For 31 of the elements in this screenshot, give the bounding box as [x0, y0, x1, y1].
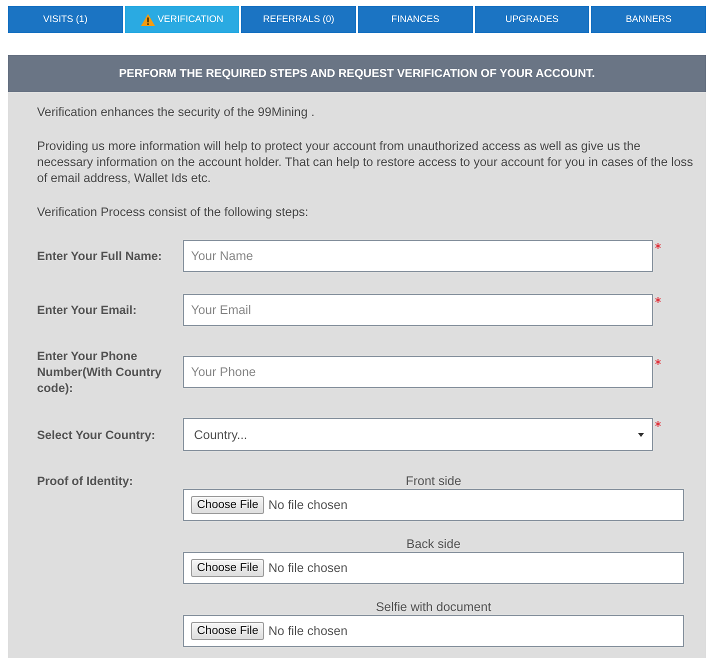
field-label: Proof of Identity: — [37, 473, 134, 489]
input-field[interactable]: Your Phone — [183, 356, 653, 388]
upload-caption: Front side — [406, 473, 462, 489]
caret-icon — [638, 432, 644, 436]
input-field[interactable]: Your Name — [183, 240, 653, 272]
tab[interactable]: VISITS (1) — [8, 6, 123, 33]
upload-caption: Selfie with document — [376, 599, 492, 615]
file-upload-field[interactable]: Choose File No file chosen — [183, 615, 684, 647]
choose-file-button[interactable]: Choose File — [191, 559, 264, 577]
country-select[interactable]: Country... — [183, 418, 653, 451]
field-label: Enter Your Phone Number(With Country code): — [37, 348, 163, 396]
input-field[interactable]: Your Email — [183, 294, 653, 326]
upload-caption: Back side — [406, 536, 461, 552]
field-label: Enter Your Email: — [37, 302, 138, 318]
tab[interactable]: FINANCES — [358, 6, 473, 33]
choose-file-button[interactable]: Choose File — [191, 622, 264, 640]
tab[interactable]: BANNERS — [591, 6, 706, 33]
paragraph: Verification Process consist of the following steps: — [37, 204, 310, 220]
field-label: Select Your Country: — [37, 426, 156, 442]
paragraph: Providing us more information will help to protect your account from unauthorized access as well as give us the necessary information on the account holder. That can help to restore access to your account for you in cases of the loss of email address, Wallet Ids etc. — [37, 138, 694, 186]
paragraph: Verification enhances the security of the 99Mining . — [37, 104, 316, 120]
field-label: Enter Your Full Name: — [37, 248, 163, 264]
choose-file-button[interactable]: Choose File — [191, 496, 264, 514]
file-status-text: No file chosen — [268, 624, 348, 638]
file-status-text: No file chosen — [268, 498, 348, 512]
panel-header: PERFORM THE REQUIRED STEPS AND REQUEST VERIFICATION OF YOUR ACCOUNT. — [8, 55, 706, 92]
file-upload-field[interactable]: Choose File No file chosen — [183, 489, 684, 521]
file-status-text: No file chosen — [268, 561, 348, 575]
tab[interactable]: UPGRADES — [474, 6, 590, 33]
file-upload-field[interactable]: Choose File No file chosen — [183, 552, 684, 584]
tab[interactable]: REFERRALS (0) — [241, 6, 356, 33]
